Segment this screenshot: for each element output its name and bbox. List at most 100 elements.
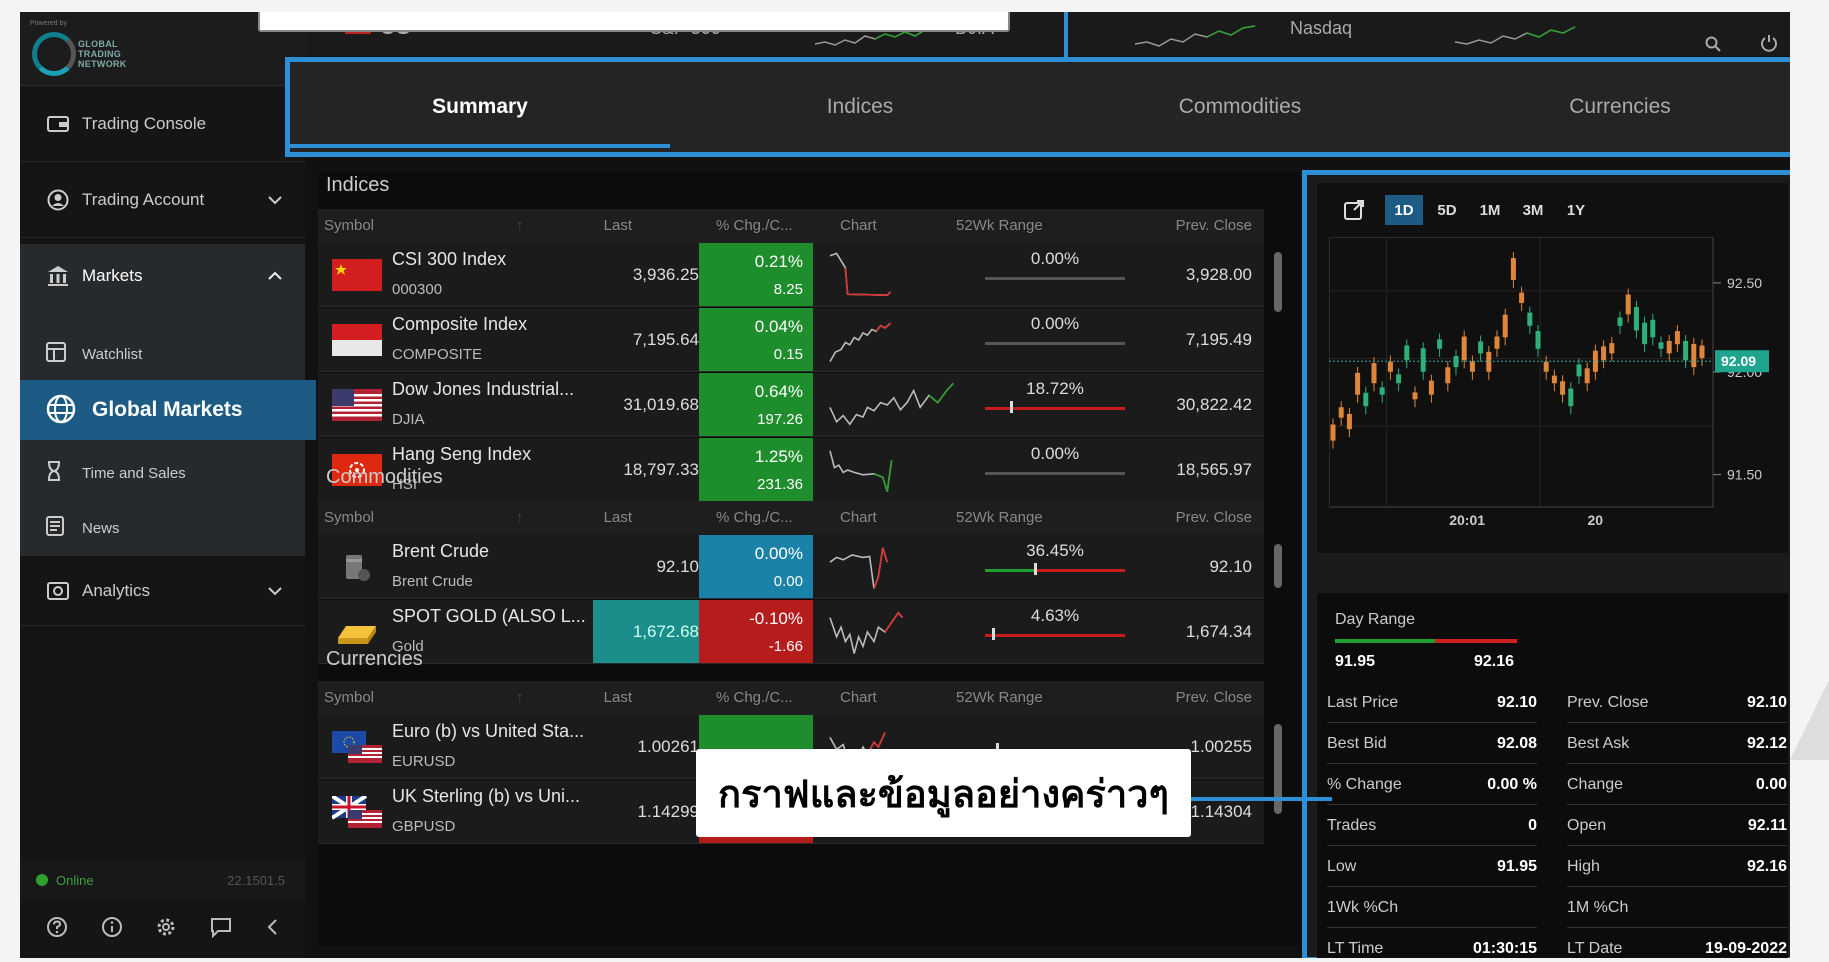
pct-change-cell: 1.25% 231.36 <box>699 438 813 501</box>
settings-gear-icon[interactable] <box>155 916 177 943</box>
table-row[interactable]: CSI 300 Index 000300 3,936.25 0.21% 8.25 0.00… <box>318 243 1264 307</box>
info-icon[interactable] <box>101 916 123 943</box>
collapse-sidebar-icon[interactable] <box>265 917 279 942</box>
section-title: Commodities <box>326 466 443 488</box>
nav-global-markets[interactable]: Global Markets <box>20 380 316 440</box>
tab-summary[interactable]: Summary <box>290 62 670 152</box>
candle-body <box>1666 340 1672 354</box>
table-row[interactable]: SPOT GOLD (ALSO L... Gold 1,672.68 -0.10% -1… <box>318 600 1264 664</box>
scrollbar-thumb[interactable] <box>1274 252 1282 312</box>
range-value: 0.00% <box>1030 249 1080 268</box>
nav-trading-console[interactable]: Trading Console <box>20 86 305 162</box>
stats-table: Day Range 91.95 92.16 Last Price 92.10 Pre… <box>1317 593 1788 958</box>
nav-trading-account[interactable]: Trading Account <box>20 162 305 238</box>
column-header[interactable]: % Chg./C... <box>716 217 793 234</box>
scrollbar-thumb[interactable] <box>1274 544 1282 588</box>
column-header[interactable]: Prev. Close <box>1176 217 1252 234</box>
nav-watchlist[interactable]: Watchlist <box>20 334 305 374</box>
column-header[interactable]: Last <box>604 509 632 526</box>
candle-body <box>1396 374 1402 384</box>
candle-body <box>1551 375 1557 384</box>
sort-arrow-icon[interactable]: ↑ <box>516 509 524 526</box>
instrument-symbol: EURUSD <box>392 753 456 770</box>
column-header[interactable]: Prev. Close <box>1176 689 1252 706</box>
flag-icon <box>332 389 382 421</box>
stat-label: Open <box>1567 816 1607 834</box>
column-header[interactable]: Symbol <box>324 217 374 234</box>
stat-value: 0.00 % <box>1487 775 1537 793</box>
tab-currencies[interactable]: Currencies <box>1430 62 1790 152</box>
y-tick-label: 91.50 <box>1727 467 1762 483</box>
nav-markets[interactable]: Markets <box>20 244 305 308</box>
stat-label: 1M %Ch <box>1567 898 1629 916</box>
power-icon[interactable] <box>1760 34 1778 57</box>
sort-arrow-icon[interactable]: ↑ <box>516 217 524 234</box>
instrument-symbol: COMPOSITE <box>392 346 483 363</box>
stat-row: 1M %Ch <box>1567 888 1787 928</box>
range-cell: 36.45% <box>985 535 1125 598</box>
column-header[interactable]: Symbol <box>324 509 374 526</box>
instrument-symbol: GBPUSD <box>392 818 456 835</box>
tab-indices[interactable]: Indices <box>670 62 1050 152</box>
stat-value: 92.16 <box>1746 857 1787 875</box>
column-header[interactable]: Chart <box>840 217 877 234</box>
sparkline-tail <box>928 382 954 404</box>
period-button-5d[interactable]: 5D <box>1428 195 1466 225</box>
x-tick-label: 20 <box>1587 512 1603 527</box>
column-header[interactable]: Prev. Close <box>1176 509 1252 526</box>
candle-body <box>1584 368 1590 384</box>
chevron-down-icon[interactable] <box>267 581 283 601</box>
active-tab-underline <box>290 144 670 148</box>
candle-body <box>1617 317 1623 326</box>
stat-label: Change <box>1567 775 1624 793</box>
logo-line: NETWORK <box>78 59 127 69</box>
candle-body <box>1650 319 1656 338</box>
column-header[interactable]: Chart <box>840 689 877 706</box>
flag-icon <box>346 555 370 581</box>
search-icon[interactable] <box>1705 36 1721 57</box>
column-header[interactable]: 52Wk Range <box>956 509 1043 526</box>
column-header[interactable]: 52Wk Range <box>956 689 1043 706</box>
column-header[interactable]: % Chg./C... <box>716 689 793 706</box>
stat-label: Last Price <box>1327 693 1399 711</box>
column-header[interactable]: 52Wk Range <box>956 217 1043 234</box>
chevron-down-icon[interactable] <box>267 190 283 210</box>
sort-arrow-icon[interactable]: ↑ <box>516 689 524 706</box>
table-row[interactable]: Dow Jones Industrial... DJIA 31,019.68 0.64… <box>318 373 1264 437</box>
instrument-name: CSI 300 Index <box>392 249 507 269</box>
column-header[interactable]: Last <box>604 689 632 706</box>
column-header[interactable]: Symbol <box>324 689 374 706</box>
logo-text: GLOBAL TRADING NETWORK <box>78 39 127 69</box>
watchlist-icon <box>46 342 70 366</box>
column-header[interactable]: Last <box>604 217 632 234</box>
candle-body <box>1404 345 1410 361</box>
nav-news[interactable]: News <box>20 508 305 548</box>
help-icon[interactable] <box>46 916 68 943</box>
popout-icon[interactable] <box>1339 195 1369 225</box>
period-button-1m[interactable]: 1M <box>1471 195 1509 225</box>
day-range-bar-low <box>1335 639 1435 643</box>
tab-commodities[interactable]: Commodities <box>1050 62 1430 152</box>
table-row[interactable]: Brent Crude Brent Crude 92.10 0.00% 0.00 36.4… <box>318 535 1264 599</box>
feedback-icon[interactable] <box>210 916 232 943</box>
stat-value: 92.11 <box>1747 816 1787 834</box>
nav-label: Trading Console <box>82 113 207 133</box>
column-header[interactable]: % Chg./C... <box>716 509 793 526</box>
table-row[interactable]: Hang Seng Index HSI 18,797.33 1.25% 231.36 0.… <box>318 438 1264 502</box>
candle-body <box>1437 339 1443 349</box>
callout-connector <box>1191 797 1332 801</box>
candle-body <box>1461 336 1467 361</box>
ticker-item[interactable]: Nasdaq <box>1290 18 1352 39</box>
chevron-up-icon[interactable] <box>267 266 283 286</box>
logo-line: TRADING <box>78 49 122 59</box>
nav-analytics[interactable]: Analytics <box>20 556 305 626</box>
period-button-3m[interactable]: 3M <box>1514 195 1552 225</box>
table-row[interactable]: Composite Index COMPOSITE 7,195.64 0.04% 0.1… <box>318 308 1264 372</box>
nav-time-and-sales[interactable]: Time and Sales <box>20 453 305 493</box>
range-value: 18.72% <box>1026 379 1084 398</box>
column-header[interactable]: Chart <box>840 509 877 526</box>
period-button-1y[interactable]: 1Y <box>1557 195 1595 225</box>
period-button-1d[interactable]: 1D <box>1385 195 1423 225</box>
tab-label: Commodities <box>1178 95 1302 118</box>
market-tabs: Summary Indices Commodities Currencies <box>285 57 1790 157</box>
